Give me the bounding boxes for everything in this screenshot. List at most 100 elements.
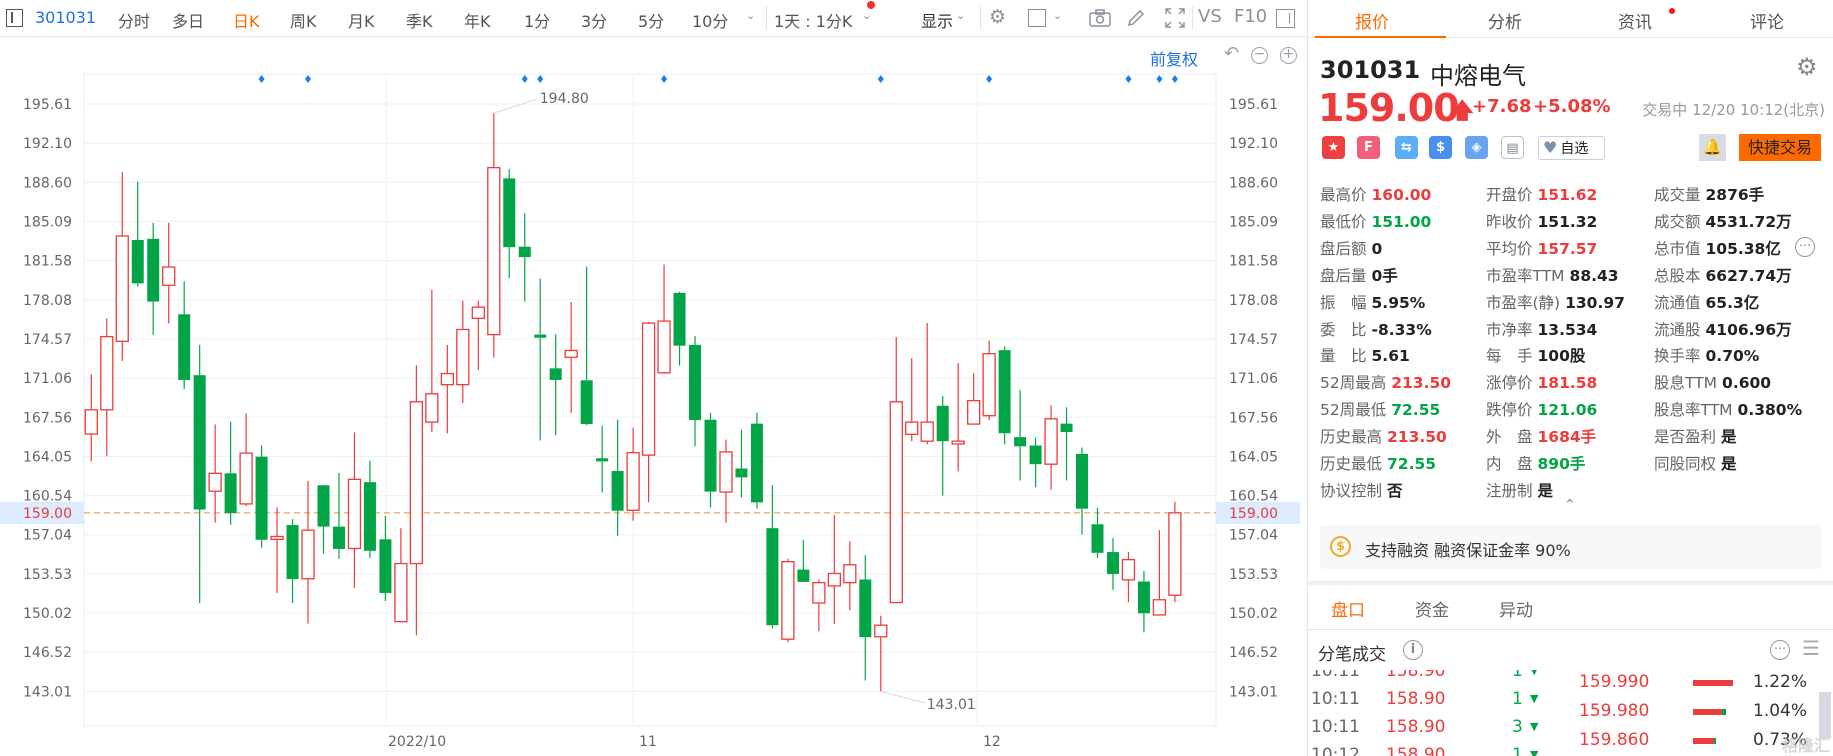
candle-body — [735, 468, 748, 478]
candle — [425, 289, 439, 433]
stat-label: 历史最高 — [1320, 428, 1383, 447]
candle — [641, 321, 656, 503]
candlestick-chart[interactable]: 195.61 195.61 192.10 192.10 188.60 188.60 185.… — [0, 0, 1307, 756]
candle — [1076, 447, 1089, 535]
tab-comments[interactable]: 评论 — [1750, 8, 1784, 33]
candle — [270, 507, 284, 593]
event-marker-icon — [1171, 75, 1178, 83]
stat-item: 盘后量 0手 — [1320, 264, 1398, 286]
candle-body — [1060, 423, 1073, 433]
candle — [255, 445, 268, 548]
stat-value: 5.61 — [1371, 347, 1410, 366]
candle — [905, 358, 919, 442]
candle-body — [534, 334, 547, 338]
y-tick-label-left: 157.04 — [23, 528, 72, 544]
candle — [162, 222, 176, 324]
candle — [611, 419, 624, 536]
stat-label: 市盈率TTM — [1486, 266, 1565, 285]
candle — [224, 421, 237, 525]
candle — [920, 323, 934, 445]
collapse-caret-icon[interactable]: ⌃ — [1564, 497, 1576, 513]
candle — [1014, 390, 1027, 481]
high-price-annotation: 194.80 — [540, 91, 589, 107]
stat-label: 成交量 — [1654, 186, 1701, 204]
stat-item: 昨收价 151.32 — [1486, 210, 1597, 232]
list-view-icon[interactable]: ☰ — [1802, 636, 1820, 660]
candle — [332, 472, 345, 559]
stat-value: 890手 — [1537, 455, 1586, 473]
stat-item: 股息TTM 0.600 — [1654, 371, 1771, 393]
stat-label: 成交额 — [1654, 212, 1701, 231]
candle — [998, 346, 1011, 445]
candle — [518, 213, 531, 302]
candle-body — [471, 306, 485, 319]
more-options-icon[interactable]: ⋯ — [1795, 237, 1815, 257]
y-tick-label-left: 171.06 — [23, 371, 72, 387]
stat-label: 最低价 — [1320, 212, 1367, 231]
tab-analysis[interactable]: 分析 — [1488, 8, 1522, 33]
candle — [689, 336, 702, 447]
watchlist-button[interactable]: ♥ 自选 — [1538, 136, 1605, 160]
stat-label: 量 比 — [1320, 347, 1367, 366]
candle-body — [889, 401, 903, 604]
stat-label: 昨收价 — [1486, 212, 1533, 231]
stat-value: 151.62 — [1537, 186, 1598, 204]
high-leader-line — [493, 98, 538, 114]
tab-news[interactable]: 资讯 — [1618, 8, 1652, 33]
candle-body — [84, 409, 98, 435]
ticks-list[interactable]: 10:11 158.90 1 ▼ 10:11 158.90 1 ▼ 10:11 15… — [1308, 670, 1833, 756]
quick-trade-button[interactable]: 快捷交易 — [1739, 134, 1821, 161]
event-marker-icon — [877, 75, 884, 83]
candle — [766, 485, 779, 629]
event-marker-icon — [1125, 75, 1132, 83]
order-pct: 1.04% — [1753, 701, 1808, 721]
stat-item: 流通股 4106.96万 — [1654, 318, 1792, 340]
candle-body — [518, 246, 531, 258]
subtab-fund-flow[interactable]: 资金 — [1415, 596, 1449, 621]
candle — [874, 615, 888, 692]
candle — [131, 181, 144, 287]
candle-body — [332, 526, 345, 549]
subtab-orderbook[interactable]: 盘口 — [1331, 596, 1365, 621]
margin-coin-icon: $ — [1330, 536, 1351, 557]
stat-item: 平均价 157.57 — [1486, 237, 1597, 259]
y-tick-label-left: 192.10 — [23, 136, 72, 152]
candle-body — [673, 292, 686, 346]
alert-bell-button[interactable]: 🔔 — [1699, 134, 1726, 161]
subtab-movement[interactable]: 异动 — [1499, 596, 1533, 621]
order-level-row: 159.990 1.22% — [1308, 670, 1833, 697]
candle — [827, 515, 841, 624]
y-tick-label-left: 143.01 — [23, 684, 72, 700]
stat-label: 涨停价 — [1486, 374, 1533, 393]
info-icon[interactable]: i — [1403, 640, 1423, 660]
y-tick-label-right: 181.58 — [1229, 254, 1278, 270]
more-options-icon[interactable]: ⋯ — [1770, 640, 1790, 660]
news-dot — [1669, 8, 1675, 14]
y-tick-label-right: 195.61 — [1229, 97, 1278, 113]
margin-note-text: 支持融资 融资保证金率 90% — [1365, 541, 1571, 560]
candle-body — [224, 473, 237, 514]
candle — [534, 278, 547, 441]
up-arrow-icon: 🡅 — [1451, 99, 1474, 124]
tab-quote[interactable]: 报价 — [1355, 8, 1389, 33]
stat-value: 13.534 — [1537, 320, 1598, 339]
y-tick-label-right: 171.06 — [1229, 371, 1278, 387]
candle — [982, 340, 996, 421]
candle-body — [1029, 445, 1042, 465]
candle-body — [425, 393, 439, 423]
note-icon: ▤ — [1501, 136, 1524, 159]
candle — [379, 515, 392, 601]
stat-item: 流通值 65.3亿 — [1654, 291, 1759, 313]
stat-value: 1684手 — [1537, 428, 1597, 447]
candle-body — [580, 380, 593, 425]
y-tick-label-right: 150.02 — [1229, 606, 1278, 622]
candle — [487, 113, 501, 358]
stock-code: 301031 — [1320, 56, 1421, 84]
stat-label: 市净率 — [1486, 320, 1533, 339]
candle-body — [317, 485, 330, 527]
stat-value: 是 — [1721, 428, 1737, 447]
stat-label: 外 盘 — [1486, 428, 1533, 447]
settings-gear-icon[interactable]: ⚙ — [1796, 53, 1818, 81]
quote-panel: 报价 分析 资讯 评论 301031 中熔电气 ⚙ 159.00 🡅 +7.68… — [1307, 0, 1833, 756]
stat-item: 52周最高 213.50 — [1320, 371, 1451, 393]
